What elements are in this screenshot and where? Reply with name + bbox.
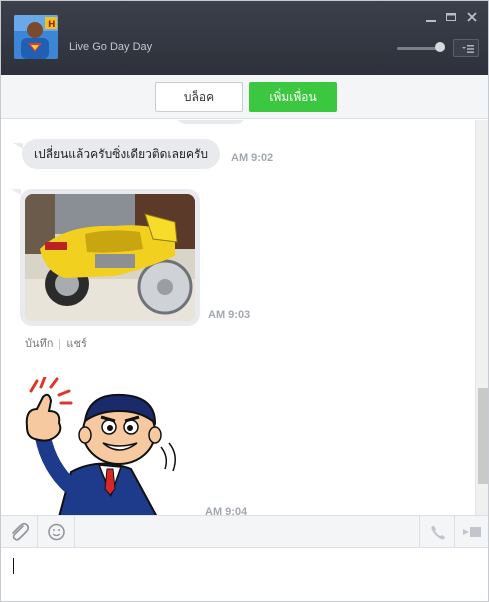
message-timestamp: AM 9:04 bbox=[205, 506, 248, 515]
add-friend-button[interactable]: เพิ่มเพื่อน bbox=[249, 82, 337, 112]
voice-call-button[interactable] bbox=[419, 516, 456, 548]
divider bbox=[59, 338, 61, 350]
save-image-link[interactable]: บันทึก bbox=[25, 337, 53, 350]
sticker-message[interactable] bbox=[19, 375, 189, 515]
contact-name: Live Go Day Day bbox=[69, 41, 153, 53]
video-camera-icon bbox=[463, 527, 481, 537]
block-button[interactable]: บล็อค bbox=[155, 82, 243, 112]
scrollbar-thumb[interactable] bbox=[478, 388, 488, 484]
maximize-button[interactable] bbox=[444, 10, 458, 24]
volume-slider-handle[interactable] bbox=[435, 42, 445, 52]
volume-slider[interactable] bbox=[397, 42, 445, 52]
bubble-tail bbox=[11, 189, 21, 195]
image-message[interactable] bbox=[20, 189, 200, 326]
image-actions: บันทึก แชร์ bbox=[25, 334, 87, 352]
title-bar[interactable]: H Live Go Day Day bbox=[1, 1, 488, 75]
message-bubble[interactable]: เปลี่ยนแล้วครับซิ่งเดียวติดเลยครับ bbox=[22, 139, 221, 169]
message-input[interactable] bbox=[11, 555, 481, 595]
friend-action-bar: บล็อค เพิ่มเพื่อน bbox=[1, 75, 488, 119]
previous-message-bubble bbox=[176, 120, 246, 124]
avatar[interactable]: H bbox=[14, 15, 58, 59]
paperclip-icon bbox=[12, 522, 30, 541]
minimize-button[interactable] bbox=[424, 10, 438, 24]
chat-scrollbar[interactable] bbox=[475, 120, 488, 515]
attach-button[interactable] bbox=[1, 516, 38, 548]
chat-window: H Live Go Day Day บล็อค เพิ่มเพื่อน เปลี… bbox=[0, 0, 489, 602]
message-timestamp: AM 9:03 bbox=[208, 309, 251, 321]
motorcycle-photo[interactable] bbox=[25, 194, 195, 321]
message-input-area[interactable] bbox=[1, 549, 488, 601]
message-timestamp: AM 9:02 bbox=[231, 152, 274, 164]
bubble-tail bbox=[13, 143, 23, 149]
smiley-icon bbox=[48, 523, 65, 541]
svg-text:H: H bbox=[48, 20, 56, 30]
phone-icon bbox=[431, 526, 445, 540]
video-call-button[interactable] bbox=[454, 516, 488, 548]
menu-list-icon bbox=[462, 45, 474, 53]
chat-menu-button[interactable] bbox=[453, 39, 479, 57]
close-button[interactable] bbox=[465, 10, 479, 24]
share-image-link[interactable]: แชร์ bbox=[66, 337, 86, 350]
message-list[interactable]: เปลี่ยนแล้วครับซิ่งเดียวติดเลยครับ AM 9:… bbox=[1, 120, 475, 515]
emoji-button[interactable] bbox=[38, 516, 75, 548]
text-caret bbox=[13, 558, 14, 574]
input-toolbar bbox=[1, 515, 488, 548]
